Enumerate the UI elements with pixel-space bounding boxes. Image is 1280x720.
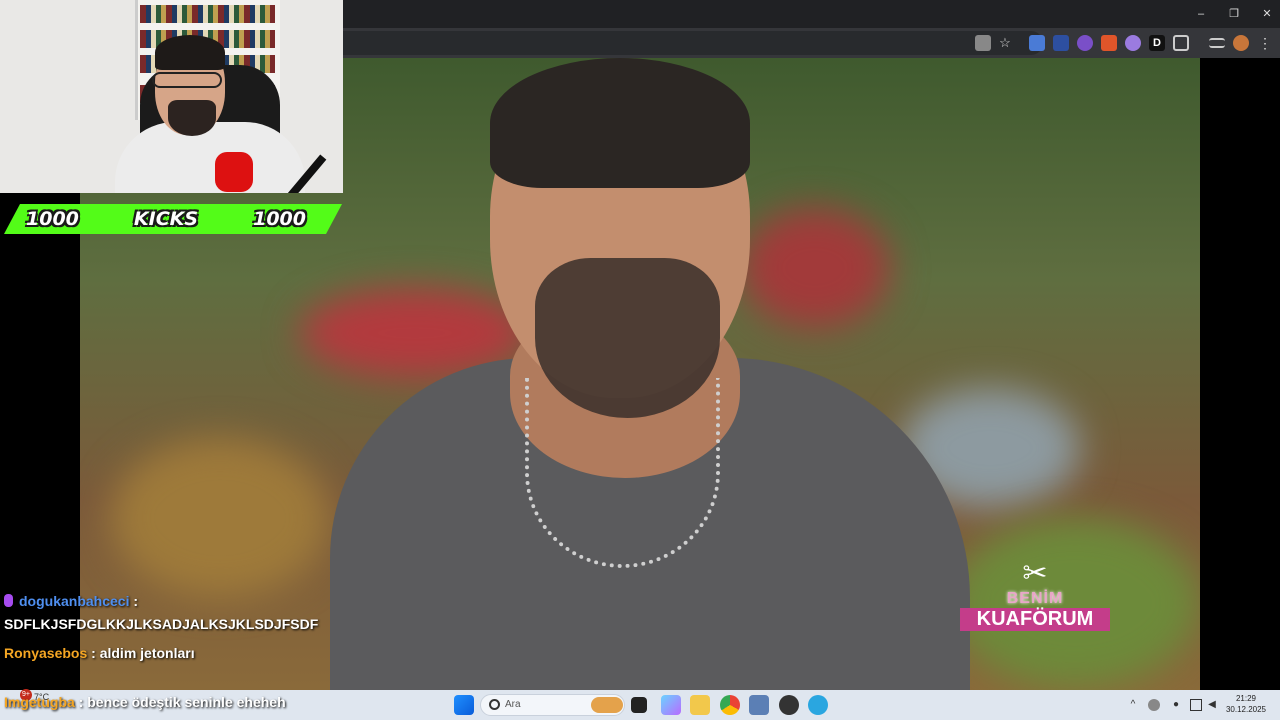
windows-start-icon[interactable] [454, 695, 474, 715]
menu-kebab-icon[interactable]: ⋮ [1257, 35, 1273, 51]
kicks-label: KICKS [133, 208, 199, 230]
show-logo: ✂ BENİM KUAFÖRUM [960, 558, 1110, 648]
book-row [140, 5, 275, 23]
fox-extension-icon[interactable] [1101, 35, 1117, 51]
windows-taskbar: 9+ 7°C Imgetugba : bence ödeştik seninle… [0, 689, 1280, 720]
microphone [215, 152, 253, 192]
chat-username: Ronyasebos [4, 645, 88, 661]
search-placeholder: Ara [505, 699, 521, 710]
taskbar-clock[interactable]: 21:29 30.12.2025 [1224, 693, 1268, 715]
chat-text: bence ödeştik seninle eheheh [87, 694, 286, 710]
streamer-body [115, 122, 305, 193]
logo-line2: KUAFÖRUM [960, 608, 1110, 631]
kicks-count-right: 1000 [253, 208, 306, 230]
d-extension-icon[interactable]: D [1149, 35, 1165, 51]
scissors-icon: ✂ [1022, 557, 1048, 590]
chat-username: Imgetugba [4, 694, 75, 710]
streamer-glasses [152, 72, 222, 88]
extensions-puzzle-icon[interactable] [1173, 35, 1189, 51]
planet-extension-icon[interactable] [1125, 35, 1141, 51]
chrome-icon[interactable] [720, 695, 740, 715]
shield-extension-icon[interactable] [1077, 35, 1093, 51]
install-app-icon[interactable] [975, 35, 991, 51]
bg-red-structure [740, 208, 890, 328]
chat-message: dogukanbahceci : SDFLKJSFDGLKKJLKSADJALK… [4, 590, 324, 636]
person-hair [490, 58, 750, 188]
copilot-icon[interactable] [661, 695, 681, 715]
browser-titlebar: – ❐ ✕ [343, 0, 1280, 28]
minimize-icon[interactable]: – [1193, 6, 1209, 22]
screen: – ❐ ✕ ☆ D ⋮ ✂ BENİM KUAFÖRUM 1000 KICKS … [0, 0, 1280, 720]
chat-text: SDFLKJSFDGLKKJLKSADJALKSJKLSDJFSDF [4, 616, 319, 632]
webcam-feed [0, 0, 343, 193]
bg-ground [110, 438, 330, 598]
kicks-count-left: 1000 [26, 208, 79, 230]
necklace-chain [525, 378, 720, 568]
mic-icon [4, 594, 13, 607]
snipping-tool-icon[interactable] [749, 695, 769, 715]
tray-volume-icon[interactable]: ◀ [1206, 699, 1218, 711]
streamer-beard [168, 100, 216, 136]
clock-time: 21:29 [1235, 694, 1257, 703]
streamer-hair [155, 35, 225, 70]
tray-network-icon[interactable] [1190, 699, 1202, 711]
chat-separator: : [87, 645, 100, 661]
browser-toolbar: ☆ D ⋮ [343, 28, 1280, 58]
tray-cloud-icon[interactable] [1148, 699, 1160, 711]
task-view-icon[interactable] [631, 697, 647, 713]
counter-extension-icon[interactable] [1053, 35, 1069, 51]
tray-chevron-icon[interactable]: ^ [1127, 699, 1139, 711]
search-highlight-image [591, 697, 623, 713]
chat-separator: : [129, 593, 139, 609]
search-icon [489, 699, 500, 710]
chat-message: Imgetugba : bence ödeştik seninle eheheh [4, 694, 286, 710]
logo-line1: BENİM [1006, 590, 1064, 607]
file-explorer-icon[interactable] [690, 695, 710, 715]
bookmark-star-icon[interactable]: ☆ [997, 35, 1013, 51]
chat-message: Ronyasebos : aldim jetonları [4, 642, 324, 665]
chat-text: aldim jetonları [99, 645, 195, 661]
clock-date: 30.12.2025 [1225, 705, 1267, 714]
chat-overlay: dogukanbahceci : SDFLKJSFDGLKKJLKSADJALK… [4, 590, 324, 671]
translate-extension-icon[interactable] [1029, 35, 1045, 51]
kicks-goal-bar: 1000 KICKS 1000 [4, 204, 342, 234]
telegram-icon[interactable] [808, 695, 828, 715]
reading-list-icon[interactable] [1209, 38, 1225, 48]
chat-separator: : [74, 694, 88, 710]
close-icon[interactable]: ✕ [1259, 6, 1275, 22]
obs-icon[interactable] [779, 695, 799, 715]
restore-icon[interactable]: ❐ [1226, 6, 1242, 22]
taskbar-search[interactable]: Ara [480, 694, 625, 716]
tray-mic-icon[interactable]: ● [1170, 699, 1182, 711]
profile-avatar[interactable] [1233, 35, 1249, 51]
address-bar[interactable] [343, 31, 1043, 55]
chat-username: dogukanbahceci [19, 593, 130, 609]
